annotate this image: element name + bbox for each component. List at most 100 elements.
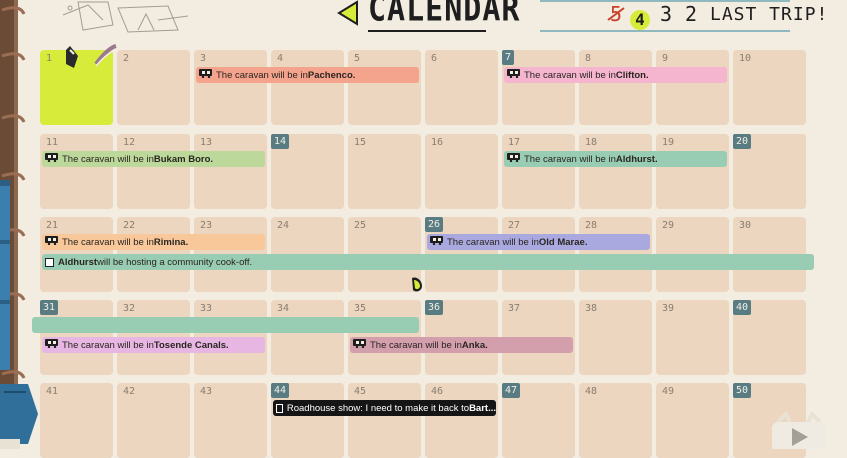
calendar-day[interactable]: 39 [656,300,729,375]
day-number: 17 [508,137,521,148]
calendar-day[interactable]: 9 [656,50,729,125]
calendar-day[interactable]: 46 [425,383,498,458]
event-text: The caravan will be in [524,153,616,165]
event-place: Old Marae. [538,236,588,248]
calendar-day[interactable]: 49 [656,383,729,458]
event-text: Roadhouse show: I need to make it back t… [286,402,470,414]
event-bar[interactable]: The caravan will be in Pachenco. [196,67,419,83]
day-number: 24 [277,220,290,231]
event-place: Clifton. [615,69,649,81]
calendar-day[interactable]: 4 [271,50,344,125]
event-bar[interactable]: The caravan will be in Old Marae. [427,234,650,250]
event-text: The caravan will be in [447,236,539,248]
day-number: 27 [508,220,521,231]
spiral-binding [0,0,26,449]
event-text: The caravan will be in [62,236,154,248]
day-number: 35 [354,303,367,314]
day-number: 43 [200,386,213,397]
calendar-day[interactable]: 17 [502,134,575,209]
event-bar[interactable]: The caravan will be in Bukam Boro. [42,151,265,167]
day-number: 50 [733,383,752,398]
calendar-day[interactable]: 34 [271,300,344,375]
calendar-day[interactable]: 10 [733,50,806,125]
play-button[interactable] [772,412,826,449]
calendar-day[interactable]: 43 [194,383,267,458]
day-number: 22 [123,220,136,231]
event-place: Rimina. [153,236,189,248]
doodle-sketch [62,1,189,33]
calendar-day[interactable]: 2 [117,50,190,125]
calendar-day[interactable]: 1 [40,44,117,125]
calendar-day[interactable]: 41 [40,383,113,458]
calendar-day[interactable]: 20 [733,134,806,209]
calendar-day[interactable]: 11 [40,134,113,209]
caravan-icon [199,69,213,81]
event-place: Aldhurst [58,256,98,268]
calendar-day[interactable]: 7 [502,50,575,125]
side-tab[interactable] [0,384,40,449]
event-bar[interactable] [32,317,419,333]
calendar-day[interactable]: 3 [194,50,267,125]
day-number: 6 [431,53,438,64]
trip-remaining-2: 2 [685,2,698,26]
calendar-day[interactable]: 6 [425,50,498,125]
day-number: 26 [425,217,444,232]
calendar-day[interactable]: 12 [117,134,190,209]
event-bar[interactable]: The caravan will be in Anka. [350,337,573,353]
back-arrow-icon[interactable] [335,0,361,26]
day-number: 9 [662,53,669,64]
day-number: 34 [277,303,290,314]
calendar-day[interactable]: 8 [579,50,652,125]
event-place: Tosende Canals. [153,339,229,351]
title-underline [368,30,486,32]
day-number: 36 [425,300,444,315]
day-number: 32 [123,303,136,314]
calendar-day[interactable]: 48 [579,383,652,458]
crossout-mark [607,7,625,21]
calendar-day[interactable]: 19 [656,134,729,209]
calendar-day[interactable]: 13 [194,134,267,209]
event-bar[interactable]: Aldhurst will be hosting a community coo… [42,254,814,270]
event-place: Bart... [469,402,496,414]
day-number: 12 [123,137,136,148]
day-number: 16 [431,137,444,148]
event-text: The caravan will be in [62,339,154,351]
day-number: 45 [354,386,367,397]
event-bar[interactable]: The caravan will be in Rimina. [42,234,265,250]
day-number: 29 [662,220,675,231]
day-number: 40 [733,300,752,315]
event-bar[interactable]: Roadhouse show: I need to make it back t… [273,400,496,416]
event-place: Bukam Boro. [153,153,214,165]
caravan-icon [507,153,521,165]
calendar-day[interactable]: 40 [733,300,806,375]
day-number: 5 [354,53,361,64]
checkbox-icon[interactable] [276,403,283,413]
event-place: Anka. [461,339,488,351]
day-number: 41 [46,386,59,397]
calendar-day[interactable]: 42 [117,383,190,458]
calendar-day[interactable]: 38 [579,300,652,375]
calendar-day[interactable]: 47 [502,383,575,458]
day-number: 46 [431,386,444,397]
caravan-pin-icon [66,44,117,68]
event-bar[interactable]: The caravan will be in Tosende Canals. [42,337,265,353]
day-number: 44 [271,383,290,398]
calendar-day[interactable]: 15 [348,134,421,209]
checkbox-icon[interactable] [45,257,54,267]
day-number: 8 [585,53,592,64]
event-bar[interactable]: The caravan will be in Clifton. [504,67,727,83]
calendar-day[interactable]: 45 [348,383,421,458]
trip-current-badge: 4 [630,10,650,30]
calendar-day[interactable]: 44 [271,383,344,458]
calendar-day[interactable]: 18 [579,134,652,209]
caravan-icon [45,153,59,165]
event-place: Pachenco. [307,69,356,81]
day-number: 39 [662,303,675,314]
calendar-day[interactable]: 16 [425,134,498,209]
day-number: 2 [123,53,130,64]
calendar-day[interactable]: 14 [271,134,344,209]
cursor-icon [412,277,422,292]
day-number: 25 [354,220,367,231]
event-bar[interactable]: The caravan will be in Aldhurst. [504,151,727,167]
calendar-day[interactable]: 5 [348,50,421,125]
